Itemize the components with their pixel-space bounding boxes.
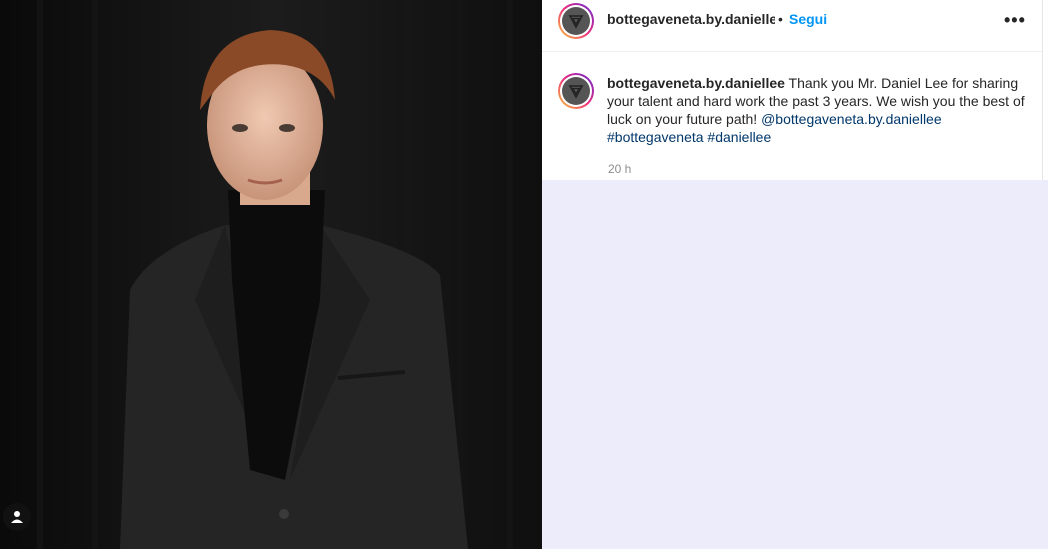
mention-link[interactable]: @bottegaveneta.by.daniellee bbox=[761, 111, 942, 127]
bottega-logo-icon bbox=[568, 15, 584, 29]
caption-username[interactable]: bottegaveneta.by.daniellee bbox=[607, 75, 785, 91]
hashtag-link[interactable]: #daniellee bbox=[707, 129, 771, 145]
hashtag-link[interactable]: #bottegaveneta bbox=[607, 129, 704, 145]
user-tag-icon bbox=[11, 511, 23, 523]
caption-avatar[interactable] bbox=[558, 73, 594, 109]
bottega-logo-icon bbox=[568, 85, 584, 99]
user-tag-button[interactable] bbox=[3, 503, 31, 531]
post-image[interactable] bbox=[0, 0, 542, 549]
post-timestamp[interactable]: 20 h bbox=[608, 162, 631, 176]
separator-dot: • bbox=[778, 11, 783, 27]
post-side-panel: bottegaveneta.by.daniellee • Segui ••• b… bbox=[542, 0, 1042, 180]
post-caption: bottegaveneta.by.daniellee Thank you Mr.… bbox=[607, 74, 1032, 146]
scrollbar[interactable] bbox=[1042, 0, 1048, 180]
header-username[interactable]: bottegaveneta.by.daniellee bbox=[607, 11, 775, 27]
follow-button[interactable]: Segui bbox=[789, 11, 827, 27]
post-header: bottegaveneta.by.daniellee • Segui ••• bbox=[542, 0, 1042, 52]
portrait-photo bbox=[0, 0, 542, 549]
more-options-icon[interactable]: ••• bbox=[1004, 10, 1026, 31]
header-avatar[interactable] bbox=[558, 3, 594, 39]
